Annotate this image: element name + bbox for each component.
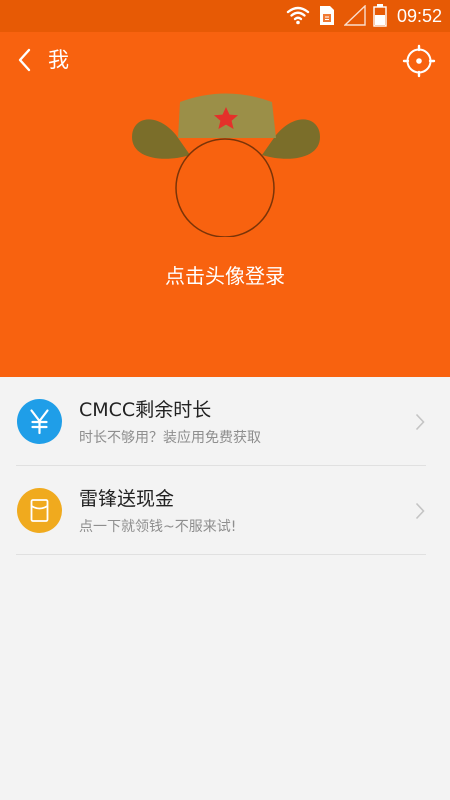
promo-list: CMCC剩余时长 时长不够用？装应用免费获取 雷锋送现金 点一下就领钱~不服来试…	[0, 377, 450, 555]
avatar-login[interactable]	[130, 87, 322, 237]
profile-header: 我 点击头像登录	[0, 32, 450, 377]
status-bar: 09:52	[0, 0, 450, 32]
red-envelope-icon	[17, 488, 62, 533]
chevron-right-icon	[415, 502, 425, 520]
yuan-icon	[17, 399, 62, 444]
battery-icon	[373, 4, 387, 27]
divider	[16, 554, 426, 555]
chevron-right-icon	[415, 413, 425, 431]
list-item-title: 雷锋送现金	[79, 488, 175, 510]
list-item-cmcc-time[interactable]: CMCC剩余时长 时长不够用？装应用免费获取	[0, 377, 450, 466]
status-time: 09:52	[396, 6, 442, 26]
settings-button[interactable]	[402, 44, 436, 78]
sim-card-icon	[320, 6, 334, 25]
page-title: 我	[48, 48, 69, 72]
wifi-icon	[286, 6, 310, 25]
list-item-leifeng-cash[interactable]: 雷锋送现金 点一下就领钱~不服来试!	[0, 466, 450, 555]
login-prompt[interactable]: 点击头像登录	[0, 261, 450, 291]
list-item-subtitle: 点一下就领钱~不服来试!	[79, 519, 237, 535]
settings-gear-icon	[402, 44, 436, 78]
list-item-title: CMCC剩余时长	[79, 399, 212, 421]
avatar-circle	[175, 138, 275, 237]
chevron-left-icon	[18, 48, 31, 72]
back-button[interactable]	[10, 44, 42, 76]
list-item-subtitle: 时长不够用？装应用免费获取	[79, 430, 261, 446]
signal-icon	[344, 5, 366, 26]
